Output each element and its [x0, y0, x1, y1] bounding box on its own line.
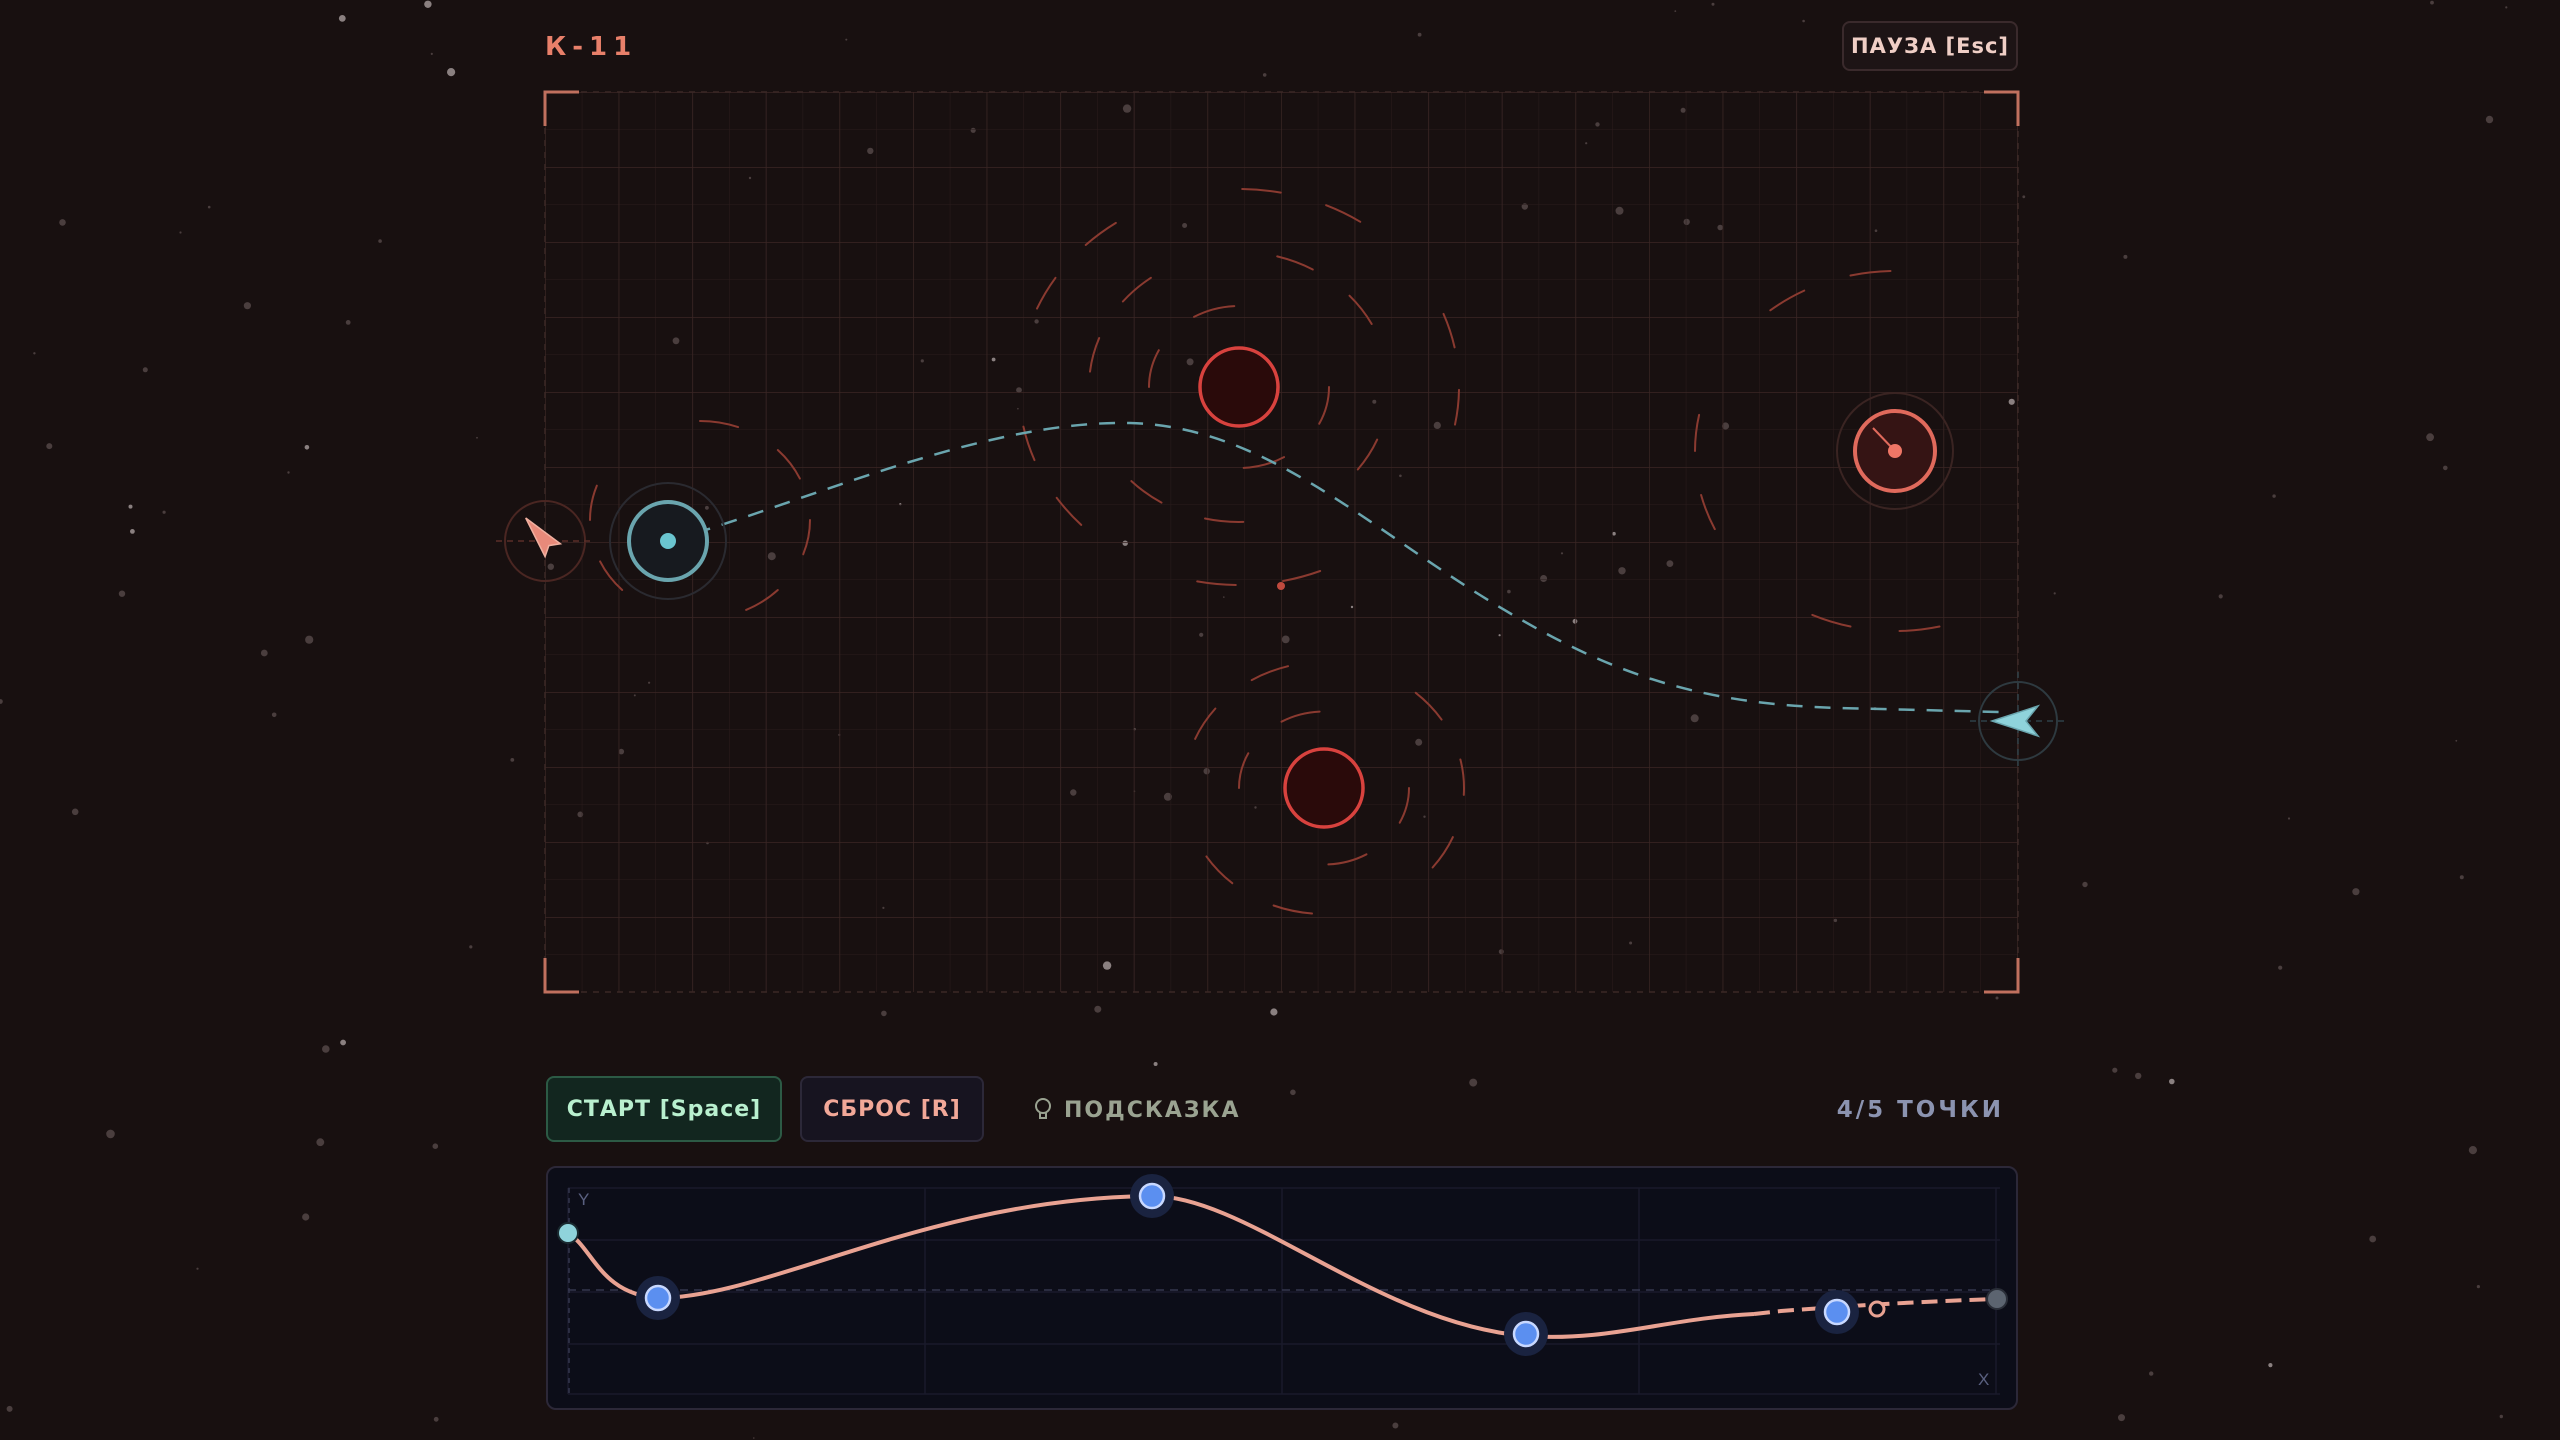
graph-x-axis-label: X — [1978, 1370, 1989, 1389]
star — [2112, 1067, 2118, 1073]
hint-button[interactable]: ПОДСКАЗКА — [1034, 1090, 1241, 1130]
control-point-3[interactable] — [1504, 1312, 1548, 1356]
star — [340, 1039, 346, 1046]
star — [322, 1045, 330, 1053]
star — [2476, 1285, 2480, 1289]
star — [432, 1143, 439, 1149]
planet-upper-center[interactable] — [1198, 346, 1280, 428]
star — [753, 1437, 755, 1439]
reset-button[interactable]: СБРОС [R] — [800, 1076, 984, 1142]
star — [433, 1416, 439, 1422]
star — [302, 1213, 310, 1221]
arena-center-marker — [1277, 582, 1285, 590]
trajectory-editor-panel[interactable]: Y X — [546, 1166, 2018, 1410]
star — [1290, 1089, 1296, 1096]
star — [1094, 1005, 1102, 1013]
star — [2468, 1146, 2477, 1155]
hint-label: ПОДСКАЗКА — [1064, 1097, 1241, 1123]
target-planet-right[interactable] — [1836, 392, 1954, 510]
game-arena[interactable] — [0, 0, 2560, 1000]
star — [2118, 1414, 2125, 1422]
control-point-cursor[interactable] — [1868, 1300, 1886, 1318]
star — [106, 1129, 115, 1139]
arena-grid — [544, 91, 2019, 993]
planet-lower-center[interactable] — [1283, 747, 1365, 829]
control-point-1[interactable] — [636, 1276, 680, 1320]
star — [1270, 1008, 1278, 1016]
star — [2149, 1371, 2154, 1376]
star — [2268, 1363, 2273, 1368]
checkpoint-ring-start[interactable] — [609, 482, 727, 600]
graph-end-anchor[interactable] — [1986, 1288, 2008, 1310]
graph-y-axis-label: Y — [578, 1190, 589, 1209]
star — [2369, 1235, 2377, 1243]
star — [1469, 1078, 1478, 1087]
star — [1392, 1422, 1399, 1429]
control-point-4[interactable] — [1815, 1290, 1859, 1334]
trajectory-curve — [566, 1193, 1755, 1339]
trajectory-graph[interactable]: Y X — [548, 1168, 2018, 1410]
star — [2169, 1078, 2175, 1085]
start-button[interactable]: СТАРТ [Space] — [546, 1076, 782, 1142]
star — [316, 1138, 325, 1147]
star — [6, 1405, 13, 1412]
graph-grid — [567, 1187, 2000, 1395]
star — [2499, 1414, 2503, 1419]
star — [881, 1010, 887, 1017]
control-point-2[interactable] — [1130, 1174, 1174, 1218]
star — [196, 1267, 199, 1270]
star — [2135, 1072, 2142, 1080]
star — [1153, 1062, 1158, 1066]
graph-start-anchor[interactable] — [557, 1222, 579, 1244]
lightbulb-icon — [1035, 1098, 1051, 1119]
points-counter: 4/5 ТОЧКИ — [1836, 1097, 2004, 1123]
